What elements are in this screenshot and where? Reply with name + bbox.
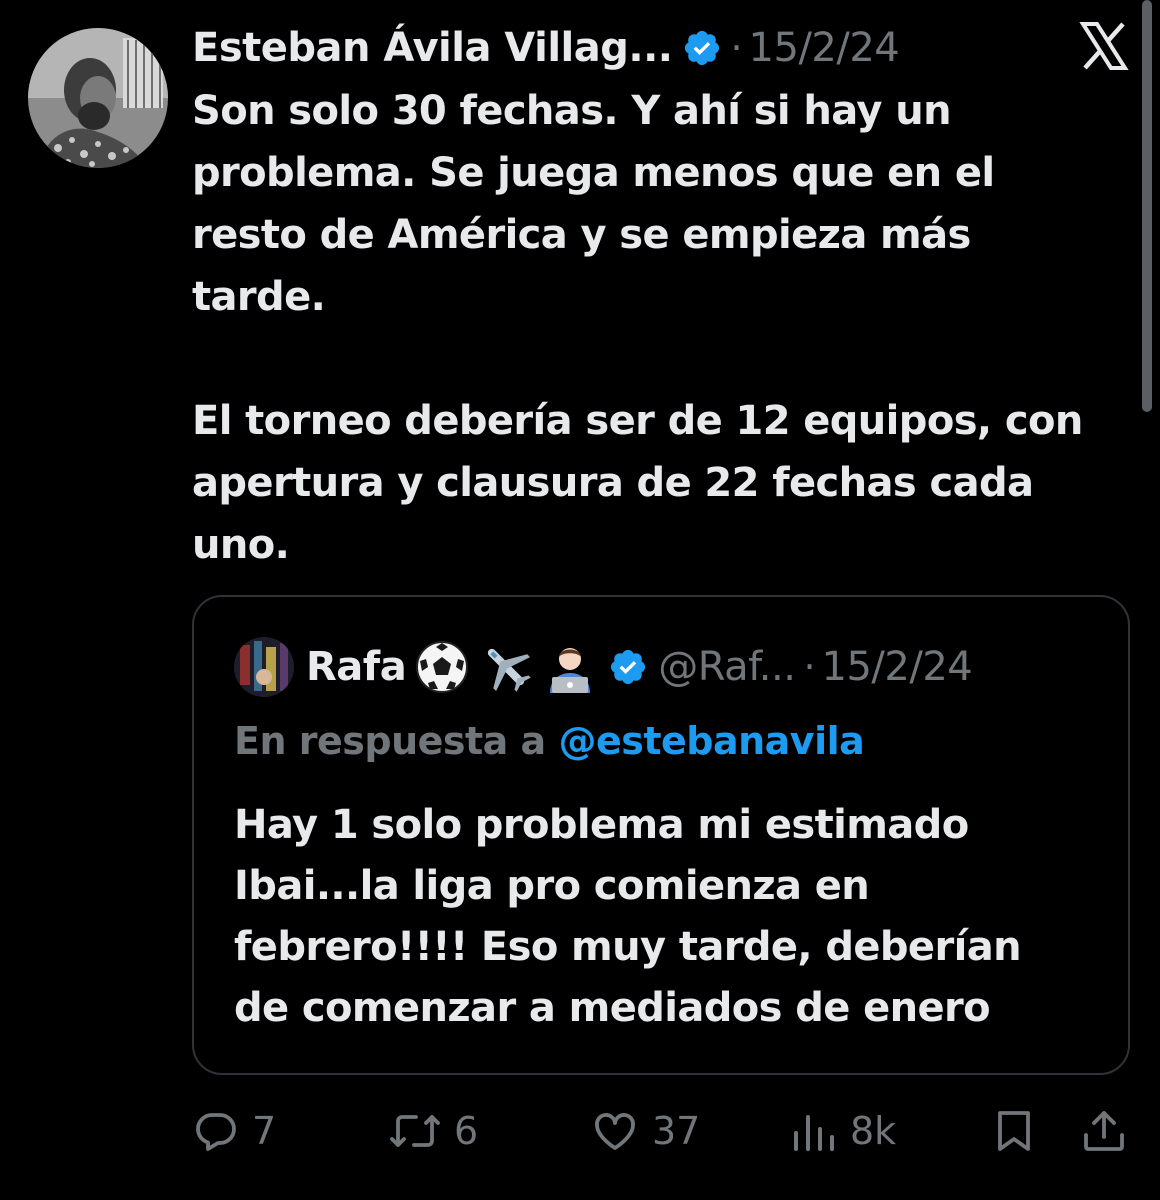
like-button[interactable]: 37 [590,1104,700,1158]
reply-context: En respuesta a @estebanavila [234,719,865,763]
retweet-button[interactable]: 6 [388,1104,478,1158]
quoted-author-name[interactable]: Rafa [306,644,407,690]
quoted-tweet[interactable]: Rafa @Raf... · 15/2/24 En respuesta a @e… [192,595,1130,1075]
soccer-ball-icon [414,639,470,695]
share-button[interactable] [1080,1104,1128,1158]
quoted-author-avatar[interactable] [234,637,294,697]
author-name[interactable]: Esteban Ávila Villag... [192,25,673,71]
tweet-header: Esteban Ávila Villag... · 15/2/24 [192,22,900,74]
quoted-tweet-text: Hay 1 solo problema mi estimado Ibai...l… [234,802,1022,1031]
reply-icon [192,1107,240,1155]
verified-badge-icon [682,28,722,68]
tweet-text: Son solo 30 fechas. Y ahí si hay un prob… [192,88,1083,568]
bookmark-button[interactable] [990,1104,1038,1158]
views-count: 8k [850,1109,897,1153]
quoted-separator: · [803,645,816,689]
airplane-icon [478,639,534,695]
retweet-count: 6 [454,1109,479,1153]
share-icon [1080,1107,1128,1155]
like-count: 37 [652,1109,701,1153]
retweet-icon [388,1107,442,1155]
views-icon [790,1107,838,1155]
tweet-date[interactable]: 15/2/24 [749,25,900,71]
scrollbar[interactable] [1142,0,1152,412]
like-icon [590,1107,640,1155]
author-avatar[interactable] [28,28,168,168]
header-separator: · [730,26,743,70]
quoted-date[interactable]: 15/2/24 [822,644,973,690]
technologist-icon [542,639,598,695]
quoted-tweet-header: Rafa @Raf... · 15/2/24 [234,637,973,697]
reply-prefix: En respuesta a [234,719,559,763]
views-button[interactable]: 8k [790,1104,896,1158]
reply-button[interactable]: 7 [192,1104,276,1158]
quoted-verified-badge-icon [608,647,648,687]
reply-count: 7 [252,1109,277,1153]
quoted-author-handle[interactable]: @Raf... [658,644,796,690]
bookmark-icon [990,1107,1038,1155]
x-logo-icon[interactable] [1078,20,1130,72]
reply-mention-link[interactable]: @estebanavila [558,719,864,763]
